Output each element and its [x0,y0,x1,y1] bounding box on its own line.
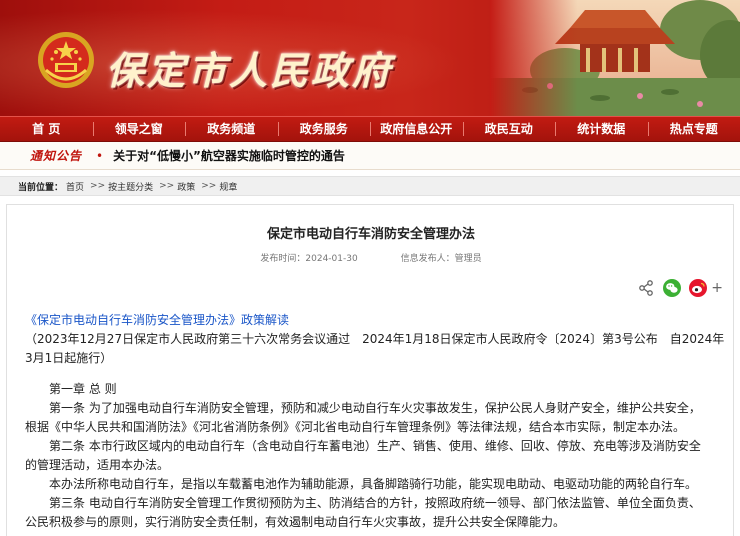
nav-item-interaction[interactable]: 政民互动 [462,116,556,142]
breadcrumb-separator: >> [201,181,217,191]
nav-item-hot-topics[interactable]: 热点专题 [647,116,740,142]
breadcrumb-policy[interactable]: 政策 [177,180,195,193]
wechat-icon[interactable] [663,279,682,297]
weibo-icon[interactable] [689,279,708,297]
nav-item-services[interactable]: 政务服务 [277,116,371,142]
breadcrumb-topic[interactable]: 按主题分类 [108,180,153,193]
notice-bullet: • [96,148,104,163]
article-title: 保定市电动自行车消防安全管理办法 [266,227,475,242]
site-title: 保定市人民政府 [106,48,394,93]
publisher: 信息发布人：管理员 [400,254,482,264]
article-2-para2: 本办法所称电动自行车，是指以车载蓄电池作为辅助能源，具备脚踏骑行功能，能实现电助… [49,477,698,491]
site-banner: 保定市人民政府 [0,0,740,116]
article-body: 《保定市电动自行车消防安全管理办法》政策解读 （2023年12月27日保定市人民… [25,311,725,532]
article-meta: 发布时间：2024-01-30 信息发布人：管理员 [7,251,735,264]
article-panel: 保定市电动自行车消防安全管理办法 发布时间：2024-01-30 信息发布人：管… [6,204,734,536]
pavilion-scene-image [490,0,740,116]
publish-time: 发布时间：2024-01-30 [260,254,358,264]
breadcrumb-regulations[interactable]: 规章 [219,180,237,193]
main-nav: 首 页 领导之窗 政务频道 政务服务 政府信息公开 政民互动 统计数据 热点专题 [0,116,740,142]
interpretation-link[interactable]: 《保定市电动自行车消防安全管理办法》政策解读 [25,311,725,330]
nav-item-home[interactable]: 首 页 [0,116,93,142]
article-3-line2: 公民积极参与的原则，实行消防安全责任制，有效遏制电动自行车火灾事故，提升公共安全… [25,515,566,529]
breadcrumb-home[interactable]: 首页 [66,180,84,193]
nav-item-leaders[interactable]: 领导之窗 [92,116,186,142]
breadcrumb-separator: >> [159,181,175,191]
article-2-line2: 的管理活动，适用本办法。 [25,458,170,472]
article-1-line2: 根据《中华人民共和国消防法》《河北省消防条例》《河北省电动自行车管理条例》等法律… [25,420,686,434]
nav-item-statistics[interactable]: 统计数据 [555,116,648,142]
chapter-heading: 第一章 总 则 [49,382,117,396]
article-3-line1: 第三条 电动自行车消防安全管理工作贯彻预防为主、防消结合的方针，按照政府统一领导… [49,496,701,510]
article-1-line1: 第一条 为了加强电动自行车消防安全管理，预防和减少电动自行车火灾事故发生，保护公… [49,401,701,415]
article-2-line1: 第二条 本市行政区域内的电动自行车（含电动自行车蓄电池）生产、销售、使用、维修、… [49,439,701,453]
share-bar: + [637,279,723,297]
notice-bar: 通知公告 • 关于对“低慢小”航空器实施临时管控的通告 [0,142,740,170]
more-share-icon[interactable]: + [711,279,723,297]
share-icon[interactable] [637,279,655,297]
nav-item-government-affairs[interactable]: 政务频道 [185,116,278,142]
adoption-note-line2: 3月1日起施行） [25,351,113,365]
national-emblem-icon [38,32,94,88]
nav-item-info-disclosure[interactable]: 政府信息公开 [370,116,463,142]
notice-link[interactable]: 关于对“低慢小”航空器实施临时管控的通告 [113,147,345,164]
breadcrumb-label: 当前位置： [18,182,64,193]
breadcrumb: 当前位置： 首页 >> 按主题分类 >> 政策 >> 规章 [0,176,740,196]
breadcrumb-separator: >> [90,181,106,191]
notice-label: 通知公告 [30,149,83,163]
adoption-note-line1: （2023年12月27日保定市人民政府第三十六次常务会议通过 2024年1月18… [25,332,725,346]
